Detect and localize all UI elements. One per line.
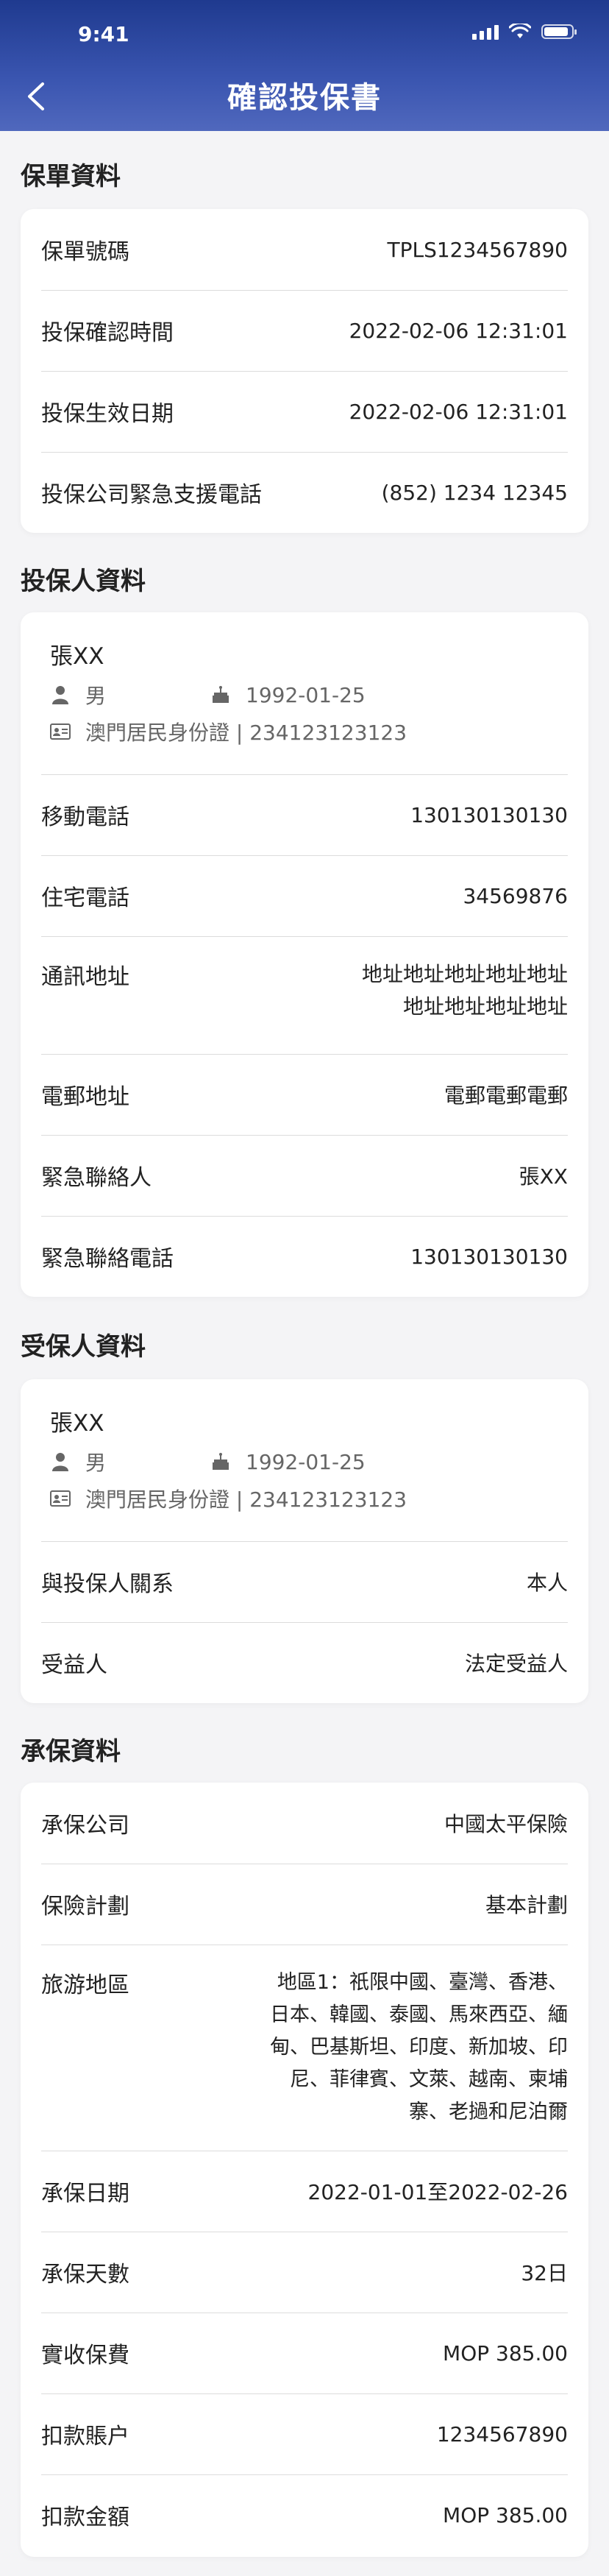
row-label: 承保天數 bbox=[41, 2262, 129, 2287]
row-label: 扣款賬户 bbox=[41, 2424, 129, 2449]
applicant-id-line: 澳門居民身份證 | 234123123123 bbox=[50, 717, 407, 746]
insured-id-info: 澳門居民身份證 | 234123123123 bbox=[85, 1487, 407, 1512]
row-label: 通訊地址 bbox=[41, 964, 129, 990]
coverage-row: 保險計劃 基本計劃 bbox=[41, 1864, 568, 1945]
applicant-id-info: 澳門居民身份證 | 234123123123 bbox=[85, 721, 407, 745]
policy-row: 保單號碼 TPLS1234567890 bbox=[41, 209, 568, 290]
applicant-row: 緊急聯絡人 張XX bbox=[41, 1135, 568, 1216]
top-bar: 9:41 確認投保書 bbox=[0, 0, 609, 131]
row-label: 與投保人關系 bbox=[41, 1571, 174, 1597]
policy-row: 投保確認時間 2022-02-06 12:31:01 bbox=[41, 290, 568, 371]
insured-card: 張XX 男 1992-01-25 澳門居民身份證 | 234123123123 … bbox=[21, 1379, 588, 1703]
row-value: 32日 bbox=[521, 2261, 568, 2285]
applicant-row: 住宅電話 34569876 bbox=[41, 855, 568, 936]
coverage-row: 實收保費 MOP 385.00 bbox=[41, 2313, 568, 2393]
id-card-icon bbox=[50, 721, 71, 742]
row-value: 1234567890 bbox=[436, 2421, 568, 2446]
id-card-icon bbox=[50, 1488, 71, 1509]
applicant-basic-info: 男 1992-01-25 bbox=[50, 680, 366, 710]
applicant-row: 電郵地址 電郵電郵電郵 bbox=[41, 1054, 568, 1135]
insured-section-title: 受保人資料 bbox=[21, 1332, 146, 1362]
policy-section-title: 保單資料 bbox=[21, 162, 121, 191]
page-title: 確認投保書 bbox=[227, 81, 382, 115]
applicant-gender: 男 bbox=[85, 684, 107, 708]
policy-row: 投保公司緊急支援電話 (852) 1234 12345 bbox=[41, 452, 568, 533]
row-value: 地址地址地址地址地址 地址地址地址地址 bbox=[361, 962, 568, 1019]
battery-icon bbox=[541, 24, 577, 39]
row-label: 實收保費 bbox=[41, 2343, 129, 2368]
birthday-cake-icon bbox=[210, 1451, 231, 1472]
row-label: 旅游地區 bbox=[41, 1972, 129, 1998]
insured-name: 張XX bbox=[50, 1410, 104, 1437]
row-label: 保單號碼 bbox=[41, 239, 129, 265]
row-value: 2022-02-06 12:31:01 bbox=[349, 318, 568, 343]
row-value: 2022-01-01至2022-02-26 bbox=[307, 2180, 568, 2204]
policy-row: 投保生效日期 2022-02-06 12:31:01 bbox=[41, 371, 568, 452]
wifi-icon bbox=[509, 24, 531, 38]
row-value: 電郵電郵電郵 bbox=[444, 1083, 568, 1108]
insured-basic-info: 男 1992-01-25 bbox=[50, 1447, 366, 1476]
row-label: 投保確認時間 bbox=[41, 320, 174, 346]
policy-card: 保單號碼 TPLS1234567890 投保確認時間 2022-02-06 12… bbox=[21, 209, 588, 533]
row-value: MOP 385.00 bbox=[443, 2502, 568, 2527]
signal-icon bbox=[472, 24, 499, 40]
insured-id-line: 澳門居民身份證 | 234123123123 bbox=[50, 1484, 407, 1513]
row-value: 130130130130 bbox=[410, 1244, 568, 1269]
row-label: 承保日期 bbox=[41, 2181, 129, 2207]
applicant-row: 移動電話 130130130130 bbox=[41, 774, 568, 855]
row-label: 投保生效日期 bbox=[41, 401, 174, 427]
coverage-row: 承保天數 32日 bbox=[41, 2232, 568, 2313]
applicant-row: 通訊地址 地址地址地址地址地址 地址地址地址地址 bbox=[41, 936, 568, 1054]
row-value: 中國太平保險 bbox=[444, 1812, 568, 1836]
row-label: 緊急聯絡人 bbox=[41, 1165, 152, 1191]
applicant-name: 張XX bbox=[50, 643, 104, 670]
row-value: (852) 1234 12345 bbox=[381, 480, 568, 505]
applicant-section-title: 投保人資料 bbox=[21, 567, 146, 596]
insured-row: 受益人 法定受益人 bbox=[41, 1622, 568, 1703]
coverage-row: 旅游地區 地區1：祇限中國、臺灣、香港、 日本、韓國、泰國、馬來西亞、緬 甸、巴… bbox=[41, 1945, 568, 2151]
insured-gender: 男 bbox=[85, 1451, 107, 1475]
applicant-row: 緊急聯絡電話 130130130130 bbox=[41, 1216, 568, 1297]
row-label: 緊急聯絡電話 bbox=[41, 1246, 174, 1272]
coverage-row: 承保公司 中國太平保險 bbox=[41, 1783, 568, 1864]
person-icon bbox=[50, 684, 71, 705]
person-icon bbox=[50, 1451, 71, 1472]
row-label: 保險計劃 bbox=[41, 1894, 129, 1919]
row-value: 法定受益人 bbox=[464, 1652, 568, 1676]
row-value: 34569876 bbox=[463, 883, 568, 908]
coverage-row: 扣款金額 MOP 385.00 bbox=[41, 2474, 568, 2555]
row-value: MOP 385.00 bbox=[443, 2340, 568, 2366]
coverage-card: 承保公司 中國太平保險 保險計劃 基本計劃 旅游地區 地區1：祇限中國、臺灣、香… bbox=[21, 1783, 588, 2557]
coverage-row: 扣款賬户 1234567890 bbox=[41, 2393, 568, 2474]
applicant-card: 張XX 男 1992-01-25 澳門居民身份證 | 234123123123 … bbox=[21, 612, 588, 1297]
coverage-row: 承保日期 2022-01-01至2022-02-26 bbox=[41, 2151, 568, 2232]
applicant-birthday: 1992-01-25 bbox=[246, 682, 366, 707]
row-label: 承保公司 bbox=[41, 1813, 129, 1839]
row-value: 本人 bbox=[526, 1571, 568, 1595]
row-value: 基本計劃 bbox=[485, 1893, 568, 1917]
status-time: 9:41 bbox=[78, 22, 129, 46]
status-icons bbox=[472, 24, 577, 40]
birthday-cake-icon bbox=[210, 684, 231, 705]
insured-row: 與投保人關系 本人 bbox=[41, 1541, 568, 1622]
row-label: 住宅電話 bbox=[41, 885, 129, 911]
row-label: 受益人 bbox=[41, 1652, 107, 1678]
insured-birthday: 1992-01-25 bbox=[246, 1449, 366, 1474]
coverage-section-title: 承保資料 bbox=[21, 1737, 121, 1766]
row-label: 投保公司緊急支援電話 bbox=[41, 482, 262, 508]
row-label: 電郵地址 bbox=[41, 1084, 129, 1110]
row-value: TPLS1234567890 bbox=[387, 237, 568, 262]
row-value: 130130130130 bbox=[410, 802, 568, 827]
row-label: 移動電話 bbox=[41, 804, 129, 830]
row-value: 張XX bbox=[519, 1164, 568, 1189]
row-value: 2022-02-06 12:31:01 bbox=[349, 399, 568, 424]
row-value: 地區1：祇限中國、臺灣、香港、 日本、韓國、泰國、馬來西亞、緬 甸、巴基斯坦、印… bbox=[270, 1971, 568, 2123]
row-label: 扣款金額 bbox=[41, 2505, 129, 2530]
